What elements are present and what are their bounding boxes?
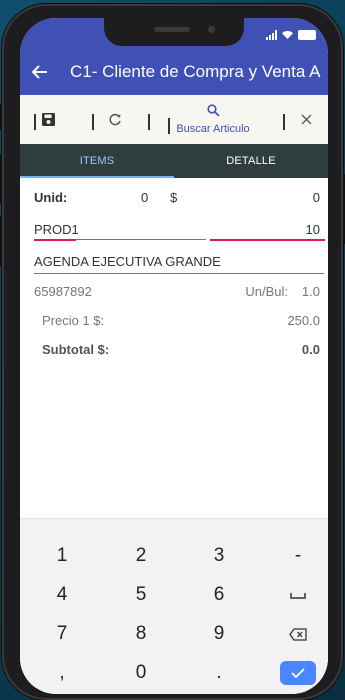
done-key-background [280,661,316,685]
back-arrow-icon [32,65,47,79]
page-title: C1- Cliente de Compra y Venta A [70,62,321,81]
screen: C1- Cliente de Compra y Venta A Buscar A… [20,18,328,694]
key-7[interactable]: 7 [32,619,92,649]
price-value: 250.0 [287,313,320,328]
key-2[interactable]: 2 [111,541,171,571]
toolbar-separator [34,114,36,130]
unid-row: Unid: 0 $ 0 [34,190,320,205]
status-icons [266,28,316,42]
currency-symbol: $ [170,190,178,205]
key-done[interactable] [268,658,328,688]
key-comma[interactable]: , [32,658,92,688]
product-name-underline [34,273,324,274]
key-backspace[interactable] [268,619,328,649]
key-space[interactable] [268,580,328,610]
key-8[interactable]: 8 [111,619,171,649]
tab-bar: ITEMS DETALLE [20,144,328,178]
product-name-row: AGENDA EJECUTIVA GRANDE [34,254,320,269]
search-article-label: Buscar Articulo [176,123,250,135]
phone-volume-down [0,216,2,266]
minus-glyph: - [294,545,302,566]
search-article-button[interactable]: Buscar Articulo [168,104,258,138]
tab-detalle[interactable]: DETALLE [174,144,328,178]
subtotal-label: Subtotal $: [42,342,110,357]
key-minus[interactable]: - [268,541,328,571]
product-name-field[interactable]: AGENDA EJECUTIVA GRANDE [34,254,221,269]
barcode-value: 65987892 [34,284,92,299]
toolbar-separator [283,114,285,130]
subtotal-value: 0.0 [301,342,320,357]
front-camera [208,26,215,33]
toolbar-separator [92,114,94,130]
quantity-input[interactable]: 10 [306,222,320,237]
save-icon [42,113,55,126]
key-5[interactable]: 5 [111,580,171,610]
amount-value: 0 [312,190,320,205]
refresh-icon [109,113,121,125]
key-1[interactable]: 1 [32,541,92,571]
key-4[interactable]: 4 [32,580,92,610]
phone-frame: C1- Cliente de Compra y Venta A Buscar A… [0,4,345,700]
key-0[interactable]: 0 [111,658,171,688]
product-code-input[interactable]: PROD1 [34,222,79,237]
notch [104,18,244,46]
back-button[interactable] [20,54,60,90]
close-icon [301,114,312,125]
signal-icon [266,30,277,40]
un-bul-value: 1.0 [301,284,320,299]
app-bar: C1- Cliente de Compra y Venta A [20,18,328,95]
speaker-grille [154,27,190,32]
close-button[interactable] [301,95,312,144]
tab-items[interactable]: ITEMS [20,144,174,178]
subtotal-row: Subtotal $: 0.0 [34,342,320,357]
product-code-error-underline [34,239,76,241]
action-toolbar: Buscar Articulo [20,95,328,145]
search-icon [206,104,220,117]
numeric-keypad: 1 2 3 - 4 5 6 7 8 9 , 0 . [20,518,328,694]
price-row: Precio 1 $: 250.0 [34,313,320,328]
save-button[interactable] [42,95,55,144]
unid-label: Unid: [34,190,68,205]
unid-value: 0 [141,190,149,205]
phone-side-button [0,104,2,130]
key-9[interactable]: 9 [189,619,249,649]
key-3[interactable]: 3 [189,541,249,571]
price-label: Precio 1 $: [42,313,105,328]
toolbar-separator [148,114,150,130]
wifi-icon [282,31,293,39]
un-bul-label: Un/Bul: [245,284,288,299]
key-period[interactable]: . [189,658,249,688]
battery-icon [298,30,316,40]
refresh-button[interactable] [108,95,122,144]
check-icon [291,668,305,678]
backspace-icon [289,627,307,641]
key-6[interactable]: 6 [189,580,249,610]
barcode-row: 65987892 Un/Bul: 1.0 [34,284,320,299]
space-icon [290,592,306,599]
phone-volume-up [0,154,2,204]
quantity-underline [210,239,325,241]
